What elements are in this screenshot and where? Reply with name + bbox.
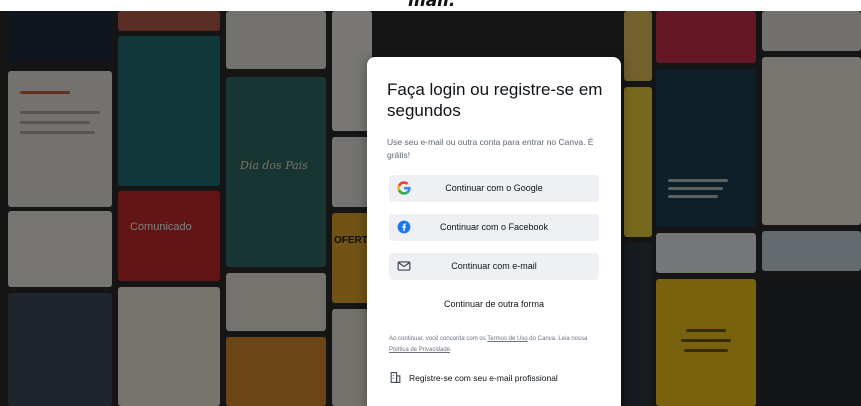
login-modal: Faça login ou registre-se em segundos Us… — [367, 57, 621, 406]
continue-email-label: Continuar com e-mail — [451, 261, 537, 271]
terms-suffix: . — [450, 347, 452, 353]
building-icon — [390, 372, 401, 383]
work-email-signup-label: Registre-se com seu e-mail profissional — [409, 373, 558, 383]
continue-facebook-label: Continuar com o Facebook — [439, 222, 549, 232]
caption-text: mail. — [408, 0, 456, 11]
continue-other-way-button[interactable]: Continuar de outra forma — [389, 294, 599, 314]
continue-facebook-button[interactable]: Continuar com o Facebook — [389, 214, 599, 241]
continue-google-button[interactable]: Continuar com o Google — [389, 175, 599, 202]
continue-google-label: Continuar com o Google — [445, 183, 543, 193]
terms-notice: Ao continuar, você concorda com os Termo… — [389, 334, 601, 356]
modal-title: Faça login ou registre-se em segundos — [387, 80, 603, 120]
work-email-signup-link[interactable]: Registre-se com seu e-mail profissional — [389, 370, 601, 386]
continue-email-button[interactable]: Continuar com e-mail — [389, 253, 599, 280]
terms-of-use-link[interactable]: Termos de Uso — [487, 336, 527, 342]
terms-prefix: Ao continuar, você concorda com os — [389, 336, 488, 342]
terms-middle: do Canva. Leia nossa — [527, 336, 588, 342]
top-caption: mail. — [0, 0, 861, 11]
privacy-policy-link[interactable]: Política de Privacidade — [389, 347, 450, 353]
modal-subtitle: Use seu e-mail ou outra conta para entra… — [387, 137, 594, 160]
